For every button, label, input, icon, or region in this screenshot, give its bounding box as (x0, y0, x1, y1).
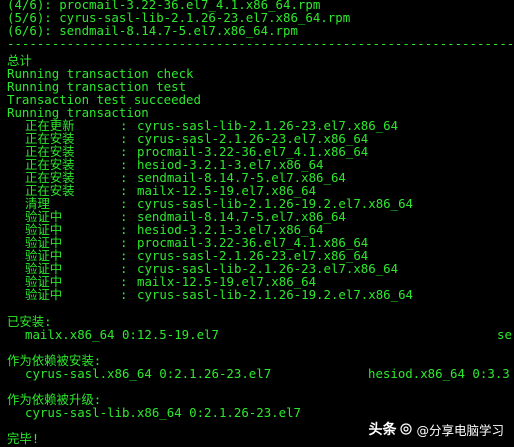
complete-message: 完毕! (7, 431, 40, 446)
transaction-step-separator: : (120, 287, 128, 302)
watermark: 头条 @分享电脑学习 (368, 418, 504, 440)
separator-line: ----------------------------------------… (7, 37, 514, 50)
dependency-installed-package: cyrus-sasl.x86_64 0:2.1.26-23.el7 (25, 366, 272, 381)
terminal-window[interactable]: (4/6): procmail-3.22-36.el7_4.1.x86_64.r… (0, 0, 514, 447)
download-line-6: (6/6): sendmail-8.14.7-5.el7.x86_64.rpm (7, 23, 298, 38)
transaction-step-action: 验证中 (25, 287, 63, 302)
watermark-account: @分享电脑学习 (416, 422, 504, 438)
at-sign-icon (400, 423, 413, 435)
watermark-brand: 头条 (368, 422, 397, 438)
dependency-installed-package: hesiod.x86_64 0:3.3 (368, 366, 510, 381)
dependency-upgraded-package: cyrus-sasl-lib.x86_64 0:2.1.26-23.el7 (25, 405, 302, 420)
installed-package: mailx.x86_64 0:12.5-19.el7 (25, 327, 219, 342)
transaction-step-package: cyrus-sasl-lib-2.1.26-19.2.el7.x86_64 (137, 287, 414, 302)
installed-package-cutoff: se (497, 327, 512, 342)
